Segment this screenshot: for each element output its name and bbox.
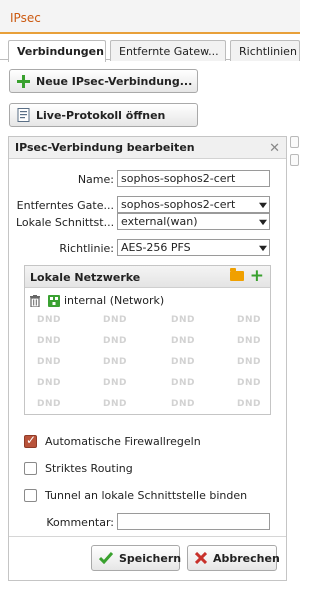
dnd-placeholder: DND — [37, 357, 61, 367]
strict-routing-checkbox[interactable] — [24, 462, 37, 475]
chevron-down-icon — [259, 219, 267, 226]
local-networks-header: Lokale Netzwerke + — [25, 266, 270, 288]
auto-firewall-label: Automatische Firewallregeln — [45, 435, 201, 448]
log-icon — [16, 108, 30, 122]
dnd-placeholder: DND — [37, 378, 61, 388]
dnd-placeholder: DND — [37, 315, 61, 325]
new-ipsec-connection-button[interactable]: Neue IPsec-Verbindung... — [9, 69, 198, 93]
dnd-placeholder: DND — [237, 378, 261, 388]
dnd-placeholder: DND — [37, 399, 61, 409]
divider — [9, 536, 286, 537]
comment-field[interactable] — [117, 513, 270, 530]
local-interface-value: external(wan) — [121, 215, 198, 228]
network-item-label: internal (Network) — [64, 294, 165, 307]
folder-icon[interactable] — [230, 268, 244, 281]
policy-select[interactable]: AES-256 PFS — [117, 239, 270, 256]
local-networks-title: Lokale Netzwerke — [30, 271, 141, 284]
dnd-placeholder: DND — [103, 357, 127, 367]
remote-gateway-value: sophos-sophos2-cert — [121, 198, 236, 211]
dnd-placeholder: DND — [103, 315, 127, 325]
tab-remote-gateways[interactable]: Entfernte Gatew... — [110, 40, 226, 61]
dnd-placeholder: DND — [103, 399, 127, 409]
background-checkbox[interactable] — [290, 154, 299, 166]
bind-tunnel-checkbox[interactable] — [24, 489, 37, 502]
chevron-down-icon — [259, 245, 267, 252]
cancel-button[interactable]: Abbrechen — [187, 545, 280, 571]
auto-firewall-checkbox[interactable] — [24, 433, 37, 448]
panel-header: IPsec-Verbindung bearbeiten ✕ — [9, 137, 286, 159]
strict-routing-option[interactable]: Striktes Routing — [24, 462, 133, 475]
background-list-edge — [290, 136, 300, 176]
tab-policies[interactable]: Richtlinien — [230, 40, 300, 61]
strict-routing-label: Striktes Routing — [45, 462, 133, 475]
auto-firewall-option[interactable]: Automatische Firewallregeln — [24, 433, 201, 448]
bind-tunnel-option[interactable]: Tunnel an lokale Schnittstelle binden — [24, 489, 247, 502]
remote-gateway-label: Entferntes Gate... — [16, 199, 114, 212]
save-label: Speichern — [119, 551, 182, 565]
local-interface-select[interactable]: external(wan) — [117, 213, 270, 230]
new-connection-label: Neue IPsec-Verbindung... — [36, 74, 193, 88]
checkmark-icon — [99, 552, 113, 564]
dnd-placeholder: DND — [171, 336, 195, 346]
dnd-placeholder: DND — [103, 336, 127, 346]
dnd-placeholder: DND — [237, 336, 261, 346]
dnd-placeholder: DND — [103, 378, 127, 388]
dnd-placeholder: DND — [171, 315, 195, 325]
panel-title: IPsec-Verbindung bearbeiten — [15, 141, 195, 154]
dnd-placeholder: DND — [237, 315, 261, 325]
name-field[interactable]: sophos-sophos2-cert — [117, 170, 270, 187]
trash-icon[interactable] — [30, 294, 40, 307]
list-item[interactable]: internal (Network) — [30, 294, 164, 307]
dnd-placeholder: DND — [237, 357, 261, 367]
tab-bar: Verbindungen Entfernte Gatew... Richtlin… — [0, 38, 300, 62]
remote-gateway-select[interactable]: sophos-sophos2-cert — [117, 196, 270, 213]
dnd-placeholder: DND — [171, 357, 195, 367]
close-icon[interactable]: ✕ — [269, 141, 280, 156]
name-label: Name: — [77, 173, 114, 186]
background-checkbox[interactable] — [290, 136, 299, 148]
bind-tunnel-label: Tunnel an lokale Schnittstelle binden — [45, 489, 248, 502]
cancel-label: Abbrechen — [213, 551, 280, 565]
plus-icon — [16, 74, 30, 88]
window-titlebar: IPsec — [0, 0, 300, 34]
chevron-down-icon — [259, 202, 267, 209]
local-networks-box: Lokale Netzwerke + internal (Network) DN… — [24, 265, 271, 415]
local-interface-label: Lokale Schnittst... — [16, 216, 114, 229]
dnd-placeholder: DND — [237, 399, 261, 409]
tab-verbindungen[interactable]: Verbindungen — [8, 40, 106, 62]
policy-value: AES-256 PFS — [121, 241, 191, 254]
add-network-icon[interactable]: + — [250, 267, 264, 285]
dnd-placeholder: DND — [171, 399, 195, 409]
comment-label: Kommentar: — [46, 516, 114, 529]
dnd-placeholder: DND — [171, 378, 195, 388]
window-title: IPsec — [10, 11, 41, 25]
save-button[interactable]: Speichern — [91, 545, 182, 571]
network-object-icon — [48, 294, 60, 307]
policy-label: Richtlinie: — [59, 242, 114, 255]
close-icon — [195, 552, 207, 564]
dnd-placeholder: DND — [37, 336, 61, 346]
open-live-log-button[interactable]: Live-Protokoll öffnen — [9, 103, 198, 127]
live-log-label: Live-Protokoll öffnen — [36, 108, 166, 122]
